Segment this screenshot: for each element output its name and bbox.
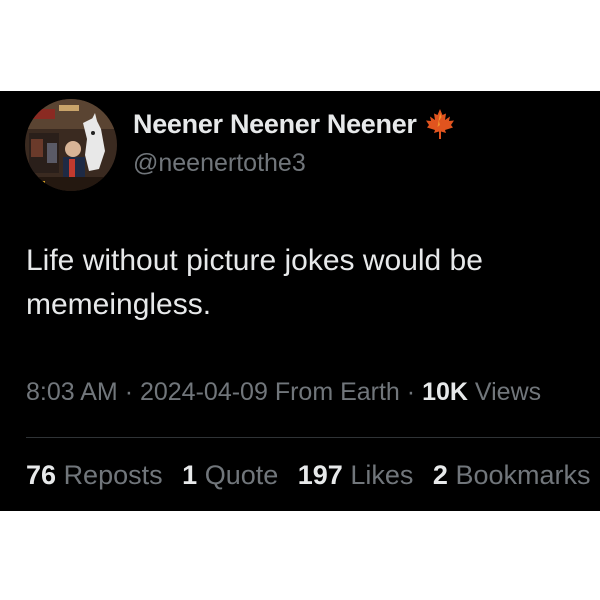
author-handle[interactable]: @neenertothe3 — [133, 149, 306, 178]
likes-count: 197 — [297, 460, 343, 490]
maple-leaf-icon — [423, 107, 457, 141]
tweet-meta: 8:03 AM · 2024-04-09 From Earth · 10K Vi… — [26, 378, 541, 407]
bookmarks-label: Bookmarks — [455, 460, 591, 490]
tweet-time[interactable]: 8:03 AM — [26, 378, 118, 406]
quotes-stat[interactable]: 1 Quote — [182, 460, 286, 490]
views-count: 10K — [422, 378, 468, 406]
reposts-stat[interactable]: 76 Reposts — [26, 460, 170, 490]
tweet-source: From Earth — [274, 378, 400, 406]
display-name[interactable]: Neener Neener Neener — [133, 109, 417, 140]
reposts-count: 76 — [26, 460, 57, 490]
likes-stat[interactable]: 197 Likes — [298, 460, 421, 490]
meta-separator: · — [406, 378, 423, 406]
avatar[interactable] — [25, 99, 117, 191]
likes-label: Likes — [350, 460, 414, 490]
tweet-date[interactable]: 2024-04-09 — [140, 378, 268, 406]
author-name-row: Neener Neener Neener — [133, 107, 457, 141]
tweet-text: Life without picture jokes would be meme… — [26, 244, 483, 321]
quotes-count: 1 — [182, 460, 198, 490]
divider — [26, 437, 600, 438]
avatar-image — [25, 99, 117, 191]
quotes-label: Quote — [204, 460, 279, 490]
engagement-stats: 76 Reposts 1 Quote 197 Likes 2 Bookmarks — [26, 460, 600, 491]
views-label: Views — [474, 378, 542, 406]
reposts-label: Reposts — [63, 460, 163, 490]
bookmarks-stat[interactable]: 2 Bookmarks — [433, 460, 591, 490]
tweet-card[interactable]: Neener Neener Neener @neenertothe3 Life … — [0, 91, 600, 511]
page: Neener Neener Neener @neenertothe3 Life … — [0, 0, 600, 600]
meta-separator: · — [124, 378, 140, 406]
bookmarks-count: 2 — [432, 460, 448, 490]
